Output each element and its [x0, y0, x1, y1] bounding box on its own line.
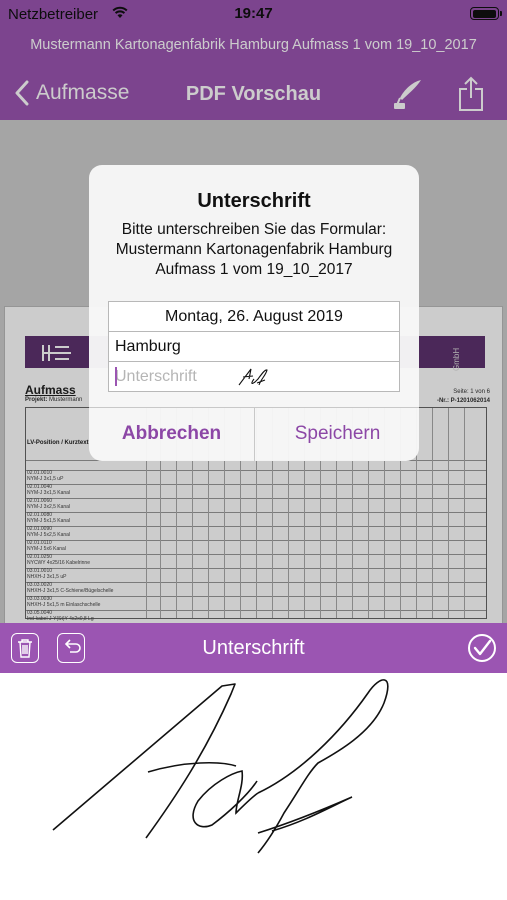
signature-canvas[interactable]: [0, 673, 507, 900]
text-cursor: [115, 367, 117, 386]
alert-message: Bitte unterschreiben Sie das Formular: M…: [115, 221, 393, 278]
date-field[interactable]: Montag, 26. August 2019: [108, 301, 400, 332]
signature-alert: Unterschrift Bitte unterschreiben Sie da…: [89, 165, 419, 461]
signature-field[interactable]: Unterschrift: [108, 361, 400, 392]
signature-thumbnail: [238, 368, 268, 386]
save-button[interactable]: Speichern: [255, 407, 419, 461]
city-field[interactable]: Hamburg: [108, 331, 400, 362]
alert-title: Unterschrift: [197, 190, 311, 212]
signature-toolbar: Unterschrift: [0, 623, 507, 673]
checkmark-circle-icon[interactable]: [467, 633, 497, 663]
signature-drawing: [52, 679, 389, 854]
cancel-button[interactable]: Abbrechen: [89, 407, 254, 461]
toolbar-title: Unterschrift: [202, 637, 305, 659]
signature-placeholder: Unterschrift: [115, 368, 197, 385]
